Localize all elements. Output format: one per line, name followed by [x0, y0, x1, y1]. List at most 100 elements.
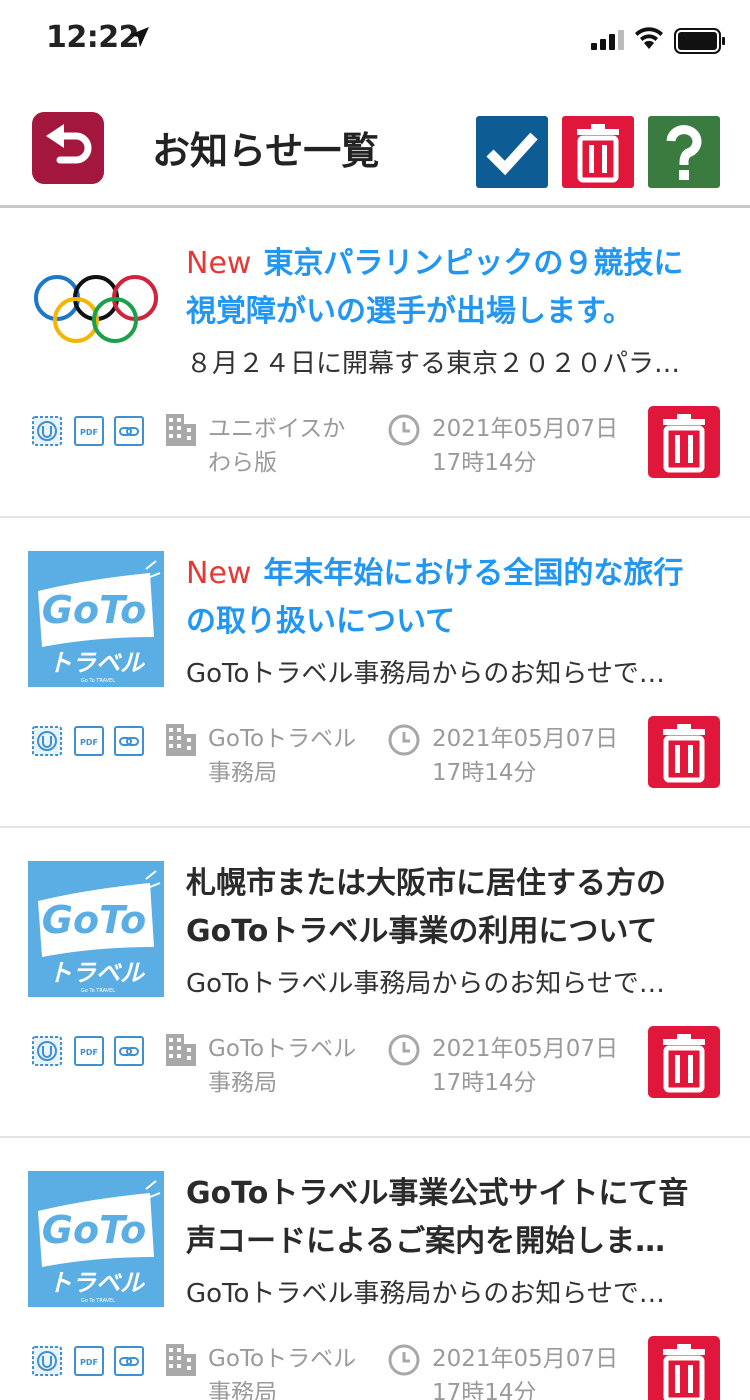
- goto-logo-word: GoTo: [42, 898, 146, 942]
- notice-title-line1: GoToトラベル事業公式サイトにて音: [186, 1170, 726, 1218]
- pdf-label: PDF: [80, 428, 98, 437]
- olympic-rings-logo: [34, 275, 158, 343]
- pdf-icon[interactable]: PDF: [74, 1036, 104, 1066]
- battery-icon: [674, 28, 725, 54]
- notice-sender: GoToトラベル 事務局: [208, 722, 368, 790]
- notice-title-text: 東京パラリンピックの９競技に: [263, 246, 684, 281]
- sender-line1: GoToトラベル: [208, 726, 357, 752]
- notice-thumbnail: GoTo トラベル Go To TRAVEL: [28, 1171, 164, 1307]
- uni-voice-code-icon[interactable]: [32, 416, 62, 446]
- back-button[interactable]: [32, 112, 104, 184]
- notice-date: 2021年05月07日: [432, 1036, 619, 1062]
- new-badge: New: [186, 556, 252, 591]
- delete-notice-button[interactable]: [648, 406, 720, 478]
- goto-logo-word: GoTo: [42, 1208, 146, 1252]
- notice-list-item-3[interactable]: GoTo トラベル Go To TRAVEL 札幌市または大阪市に居住する方の Go…: [0, 828, 750, 1138]
- uni-voice-code-icon[interactable]: [32, 726, 62, 756]
- sender-line1: ユニボイスか: [208, 416, 346, 442]
- goto-logo-word: GoTo: [42, 588, 146, 632]
- notice-time: 17時14分: [432, 1380, 537, 1400]
- notice-summary: GoToトラベル事務局からのお知らせで…: [186, 1279, 665, 1309]
- delete-notice-button[interactable]: [648, 1336, 720, 1400]
- notice-time: 17時14分: [432, 1070, 537, 1096]
- trash-icon: [663, 1344, 705, 1400]
- notice-thumbnail: GoTo トラベル Go To TRAVEL: [28, 551, 164, 687]
- goto-travel-logo: GoTo トラベルGo To TRAVEL: [28, 861, 164, 997]
- question-mark-icon: [666, 125, 702, 180]
- pdf-label: PDF: [80, 1048, 98, 1057]
- notice-date: 2021年05月07日: [432, 416, 619, 442]
- building-icon: [166, 724, 196, 756]
- goto-logo-kana: トラベル: [48, 649, 146, 677]
- sender-line2: わら版: [208, 450, 277, 476]
- clock-icon: [388, 724, 420, 756]
- notice-thumbnail: [28, 241, 164, 377]
- notice-datetime: 2021年05月07日 17時14分: [432, 722, 632, 790]
- pdf-icon[interactable]: PDF: [74, 726, 104, 756]
- pdf-icon[interactable]: PDF: [74, 1346, 104, 1376]
- building-icon: [166, 414, 196, 446]
- notice-title-line2: GoToトラベル事業の利用について: [186, 914, 658, 949]
- status-bar: 12:22: [0, 0, 750, 80]
- notice-datetime: 2021年05月07日 17時14分: [432, 412, 632, 480]
- sender-line1: GoToトラベル: [208, 1346, 357, 1372]
- uni-voice-code-icon[interactable]: [32, 1346, 62, 1376]
- goto-travel-logo: GoTo トラベルGo To TRAVEL: [28, 551, 164, 687]
- checkmark-icon: [486, 132, 538, 176]
- pdf-icon[interactable]: PDF: [74, 416, 104, 446]
- notice-summary: GoToトラベル事務局からのお知らせで…: [186, 969, 665, 999]
- building-icon: [166, 1344, 196, 1376]
- trash-icon: [663, 724, 705, 783]
- link-icon[interactable]: [114, 416, 144, 446]
- help-button[interactable]: [648, 116, 720, 188]
- clock-icon: [388, 1344, 420, 1376]
- notice-datetime: 2021年05月07日 17時14分: [432, 1032, 632, 1100]
- goto-logo-sub: Go To TRAVEL: [81, 1298, 115, 1304]
- clock-icon: [388, 1034, 420, 1066]
- notice-title-line2: の取り扱いについて: [186, 604, 456, 639]
- notice-title-line2: 視覚障がいの選手が出場します。: [186, 294, 633, 329]
- notice-date: 2021年05月07日: [432, 1346, 619, 1372]
- delete-all-button[interactable]: [562, 116, 634, 188]
- sender-line1: GoToトラベル: [208, 1036, 357, 1062]
- goto-logo-sub: Go To TRAVEL: [81, 988, 115, 994]
- notice-time: 17時14分: [432, 760, 537, 786]
- goto-travel-logo: GoTo トラベルGo To TRAVEL: [28, 1171, 164, 1307]
- notice-title-text: 年末年始における全国的な旅行: [263, 556, 684, 591]
- app-header: お知らせ一覧: [0, 100, 750, 208]
- location-arrow-icon: [129, 27, 149, 47]
- notice-datetime: 2021年05月07日 17時14分: [432, 1342, 632, 1400]
- notice-sender: GoToトラベル 事務局: [208, 1032, 368, 1100]
- delete-notice-button[interactable]: [648, 1026, 720, 1098]
- notice-title-text: GoToトラベル事業公式サイトにて音: [186, 1176, 689, 1211]
- notice-list-item-2[interactable]: GoTo トラベル Go To TRAVEL New 年末年始における全国的な旅行 の…: [0, 518, 750, 828]
- page-title: お知らせ一覧: [152, 129, 380, 173]
- notice-summary: GoToトラベル事務局からのお知らせで…: [186, 659, 665, 689]
- notice-list-item-4[interactable]: GoTo トラベル Go To TRAVEL GoToトラベル事業公式サイトにて音 …: [0, 1138, 750, 1400]
- status-time: 12:22: [46, 20, 140, 55]
- wifi-icon: [635, 27, 663, 49]
- goto-logo-sub: Go To TRAVEL: [81, 678, 115, 684]
- notice-thumbnail: GoTo トラベル Go To TRAVEL: [28, 861, 164, 997]
- link-icon[interactable]: [114, 726, 144, 756]
- notice-title-line1: New 東京パラリンピックの９競技に: [186, 240, 726, 288]
- link-icon[interactable]: [114, 1346, 144, 1376]
- trash-icon: [577, 124, 619, 183]
- pdf-label: PDF: [80, 1358, 98, 1367]
- cellular-signal-icon: [591, 30, 624, 50]
- notice-title-line2: 声コードによるご案内を開始しま…: [186, 1224, 666, 1259]
- notice-summary: ８月２４日に開幕する東京２０２０パラ…: [186, 349, 681, 379]
- back-arrow-icon: [46, 124, 92, 164]
- select-all-button[interactable]: [476, 116, 548, 188]
- building-icon: [166, 1034, 196, 1066]
- link-icon[interactable]: [114, 1036, 144, 1066]
- uni-voice-code-icon[interactable]: [32, 1036, 62, 1066]
- notice-sender: ユニボイスか わら版: [208, 412, 368, 480]
- trash-icon: [663, 414, 705, 473]
- delete-notice-button[interactable]: [648, 716, 720, 788]
- trash-icon: [663, 1034, 705, 1093]
- goto-logo-kana: トラベル: [48, 1269, 146, 1297]
- clock-icon: [388, 414, 420, 446]
- notice-list-item-1[interactable]: New 東京パラリンピックの９競技に 視覚障がいの選手が出場します。 ８月２４日に…: [0, 208, 750, 518]
- sender-line2: 事務局: [208, 760, 277, 786]
